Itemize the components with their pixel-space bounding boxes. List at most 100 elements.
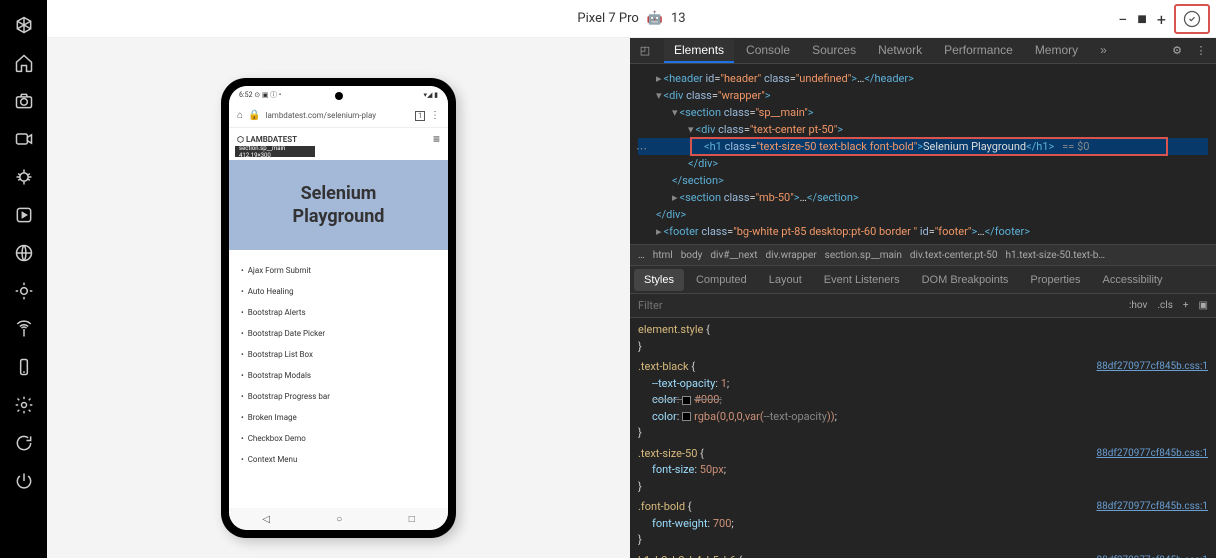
filter-input[interactable]	[638, 299, 1129, 312]
breadcrumb[interactable]: … html body div#__next div.wrapper secti…	[630, 244, 1216, 266]
list-item[interactable]: Checkbox Demo	[241, 428, 436, 449]
menu-icon[interactable]: ⋮	[1192, 42, 1210, 60]
dom-close[interactable]: </section>	[638, 172, 1208, 189]
dom-close[interactable]: </div>	[638, 206, 1208, 223]
list-item[interactable]: Context Menu	[241, 449, 436, 470]
css-rule[interactable]: .font-bold {88df270977cf845b.css:1 font-…	[638, 499, 1208, 549]
list-item[interactable]: Bootstrap Date Picker	[241, 323, 436, 344]
hov-toggle[interactable]: :hov	[1129, 300, 1147, 311]
play-icon[interactable]	[14, 205, 34, 225]
zoom-out-button[interactable]: −	[1118, 10, 1127, 29]
add-rule-button[interactable]: +	[1183, 300, 1189, 311]
crumb-item[interactable]: div.text-center.pt-50	[910, 250, 998, 261]
brand-logo[interactable]: ⬡ LAMBDATEST	[237, 135, 297, 144]
box-model-icon[interactable]: ▣	[1199, 300, 1208, 311]
list-item[interactable]: Bootstrap Alerts	[241, 302, 436, 323]
dom-node-selected[interactable]: <h1 class="text-size-50 text-black font-…	[638, 138, 1208, 155]
tab-properties[interactable]: Properties	[1020, 269, 1090, 291]
cls-toggle[interactable]: .cls	[1157, 300, 1172, 311]
devtools-panel: ◰ Elements Console Sources Network Perfo…	[630, 38, 1216, 558]
back-button[interactable]: ◁	[262, 514, 270, 525]
camera-icon[interactable]	[14, 91, 34, 111]
inspect-icon[interactable]: ◰	[636, 42, 654, 60]
tab-elements[interactable]: Elements	[664, 39, 734, 63]
crumb-item[interactable]: body	[681, 250, 703, 261]
css-rule[interactable]: .text-black {88df270977cf845b.css:1 --te…	[638, 359, 1208, 442]
zoom-in-button[interactable]: +	[1157, 10, 1166, 29]
tab-network[interactable]: Network	[868, 39, 932, 63]
tab-more[interactable]: »	[1090, 39, 1117, 63]
globe-icon[interactable]	[14, 243, 34, 263]
css-rule[interactable]: .text-size-50 {88df270977cf845b.css:1 fo…	[638, 446, 1208, 496]
styles-panel[interactable]: element.style { } .text-black {88df27097…	[630, 318, 1216, 558]
tab-performance[interactable]: Performance	[934, 39, 1023, 63]
status-left: 6:52 ⊙ ▣ ⓘ •	[239, 90, 281, 100]
phone-screen[interactable]: 6:52 ⊙ ▣ ⓘ • ▾◢ ▮ ⌂ 🔒 lambdatest.com/sel…	[229, 86, 448, 530]
dom-close[interactable]: </div>	[638, 155, 1208, 172]
source-link[interactable]: 88df270977cf845b.css:1	[1097, 446, 1209, 463]
source-link[interactable]: 88df270977cf845b.css:1	[1097, 553, 1209, 558]
list-item[interactable]: Ajax Form Submit	[241, 260, 436, 281]
list-item[interactable]: Broken Image	[241, 407, 436, 428]
dom-node[interactable]: ▸<section class="mb-50">…</section>	[638, 189, 1208, 206]
list-item[interactable]: Bootstrap Modals	[241, 365, 436, 386]
tab-computed[interactable]: Computed	[686, 269, 757, 291]
tab-count-icon[interactable]: 1	[415, 111, 425, 121]
menu-icon[interactable]: ⋮	[430, 110, 440, 121]
video-icon[interactable]	[14, 129, 34, 149]
css-rule[interactable]: h1, h2, h3, h4, h5, h6 {88df270977cf845b…	[638, 553, 1208, 558]
refresh-icon[interactable]	[14, 433, 34, 453]
android-icon: 🤖	[647, 11, 663, 26]
settings-icon[interactable]	[14, 395, 34, 415]
dom-node[interactable]: ▾<div class="wrapper">	[638, 87, 1208, 104]
zoom-slider[interactable]: ■	[1137, 9, 1147, 29]
page-header: ⬡ LAMBDATEST ≡ section.sp__main 412.19×3…	[229, 128, 448, 150]
recent-button[interactable]: □	[409, 514, 415, 525]
tab-dom-breakpoints[interactable]: DOM Breakpoints	[912, 269, 1019, 291]
crumb-item[interactable]: div#__next	[710, 250, 757, 261]
tab-sources[interactable]: Sources	[802, 39, 866, 63]
antenna-icon[interactable]	[14, 319, 34, 339]
dom-node[interactable]: ▾<div class="text-center pt-50">	[638, 121, 1208, 138]
more-icon[interactable]: ⋯	[636, 140, 647, 157]
power-icon[interactable]	[14, 471, 34, 491]
style-tabs: Styles Computed Layout Event Listeners D…	[630, 266, 1216, 294]
tab-styles[interactable]: Styles	[634, 269, 684, 291]
url-text[interactable]: lambdatest.com/selenium-play	[266, 111, 411, 120]
css-rule[interactable]: element.style { }	[638, 322, 1208, 355]
bug-icon[interactable]	[14, 167, 34, 187]
url-bar[interactable]: ⌂ 🔒 lambdatest.com/selenium-play 1 ⋮	[229, 104, 448, 128]
tab-event-listeners[interactable]: Event Listeners	[814, 269, 910, 291]
crumb-item[interactable]: section.sp__main	[825, 250, 902, 261]
source-link[interactable]: 88df270977cf845b.css:1	[1097, 499, 1209, 516]
status-right: ▾◢ ▮	[424, 91, 439, 99]
highlighted-devtools-button[interactable]	[1174, 4, 1210, 34]
home-button[interactable]: ○	[336, 514, 342, 525]
list-item[interactable]: Auto Healing	[241, 281, 436, 302]
tab-console[interactable]: Console	[736, 39, 800, 63]
logo-icon[interactable]	[14, 15, 34, 35]
home-icon[interactable]	[14, 53, 34, 73]
crumb-item[interactable]: html	[653, 250, 673, 261]
dom-node[interactable]: ▸<footer class="bg-white pt-85 desktop:p…	[638, 223, 1208, 240]
crumb-item[interactable]: div.wrapper	[766, 250, 817, 261]
tab-memory[interactable]: Memory	[1025, 39, 1088, 63]
gear-icon[interactable]: ⚙	[1168, 42, 1186, 60]
dom-tree[interactable]: ▸<header id="header" class="undefined">……	[630, 64, 1216, 244]
hamburger-icon[interactable]: ≡	[433, 132, 440, 146]
crumb-item[interactable]: …	[638, 250, 645, 261]
phone-frame: 6:52 ⊙ ▣ ⓘ • ▾◢ ▮ ⌂ 🔒 lambdatest.com/sel…	[221, 78, 456, 538]
location-icon[interactable]	[14, 281, 34, 301]
tab-layout[interactable]: Layout	[759, 269, 812, 291]
source-link[interactable]: 88df270977cf845b.css:1	[1097, 359, 1209, 376]
tab-accessibility[interactable]: Accessibility	[1093, 269, 1173, 291]
dom-node[interactable]: ▸<header id="header" class="undefined">……	[638, 70, 1208, 87]
zoom-controls: − ■ +	[1118, 0, 1166, 38]
list-item[interactable]: Bootstrap Progress bar	[241, 386, 436, 407]
home-icon[interactable]: ⌂	[237, 110, 243, 121]
list-item[interactable]: Bootstrap List Box	[241, 344, 436, 365]
device-preview-area: 6:52 ⊙ ▣ ⓘ • ▾◢ ▮ ⌂ 🔒 lambdatest.com/sel…	[47, 38, 630, 558]
crumb-item[interactable]: h1.text-size-50.text-b…	[1005, 250, 1105, 261]
device-icon[interactable]	[14, 357, 34, 377]
dom-node[interactable]: ▾<section class="sp__main">	[638, 104, 1208, 121]
